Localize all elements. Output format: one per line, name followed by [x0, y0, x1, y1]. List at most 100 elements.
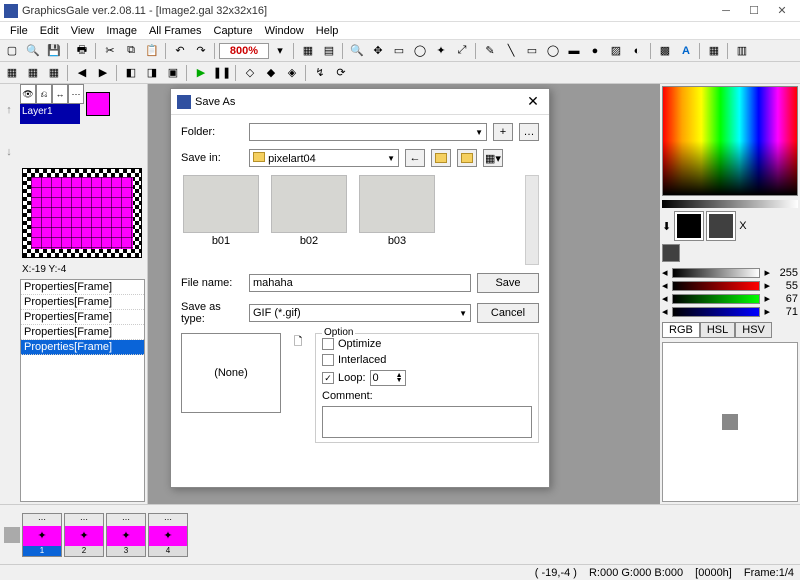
menu-help[interactable]: Help [310, 25, 345, 37]
menu-view[interactable]: View [65, 25, 101, 37]
play-icon[interactable]: ▶ [191, 64, 211, 82]
fill-icon[interactable]: ▨ [606, 42, 626, 60]
frame-2[interactable]: ⋯✦2 [64, 513, 104, 557]
up-button[interactable] [431, 149, 451, 167]
picker-icon[interactable]: ⤢ [452, 42, 472, 60]
folder-more-button[interactable]: … [519, 123, 539, 141]
grid-icon[interactable]: ▦ [298, 42, 318, 60]
properties-list[interactable]: Properties[Frame]Properties[Frame]Proper… [20, 279, 145, 502]
move-icon[interactable]: ✥ [368, 42, 388, 60]
maximize-button[interactable]: ☐ [740, 2, 768, 20]
print-icon[interactable]: 🖶 [72, 42, 92, 60]
tab-hsv[interactable]: HSV [735, 322, 772, 338]
green-slider[interactable] [672, 294, 761, 304]
tooln1-icon[interactable]: ◇ [240, 64, 260, 82]
newfolder-button[interactable] [457, 149, 477, 167]
layer-thumb[interactable] [86, 92, 110, 116]
next-frame-icon[interactable]: ▶ [93, 64, 113, 82]
grid2-icon[interactable]: ▤ [319, 42, 339, 60]
nav-preview[interactable] [22, 168, 142, 258]
zoom-value[interactable]: 800% [219, 43, 269, 59]
rect-icon[interactable]: ▭ [522, 42, 542, 60]
up-arrow-icon[interactable]: ↑ [6, 104, 12, 116]
property-row[interactable]: Properties[Frame] [21, 295, 144, 310]
line-icon[interactable]: ╲ [501, 42, 521, 60]
onion2-icon[interactable]: ◨ [142, 64, 162, 82]
frame-4[interactable]: ⋯✦4 [148, 513, 188, 557]
comment-textarea[interactable] [322, 406, 532, 438]
palette-icon[interactable]: ▦ [704, 42, 724, 60]
extra-icon[interactable]: ▥ [732, 42, 752, 60]
file-item[interactable]: b01 [181, 175, 261, 265]
save-button[interactable]: Save [477, 273, 539, 293]
gray-slider[interactable] [672, 268, 761, 278]
pencil-icon[interactable]: ✎ [480, 42, 500, 60]
frame-add-icon[interactable]: ▦ [2, 64, 22, 82]
property-row[interactable]: Properties[Frame] [21, 340, 144, 355]
property-row[interactable]: Properties[Frame] [21, 280, 144, 295]
cut-icon[interactable]: ✂ [100, 42, 120, 60]
cancel-button[interactable]: Cancel [477, 303, 539, 323]
red-slider[interactable] [672, 281, 761, 291]
folder-combo[interactable]: ▼ [249, 123, 487, 141]
menu-edit[interactable]: Edit [34, 25, 65, 37]
viewmode-button[interactable]: ▦▾ [483, 149, 503, 167]
zoom-down-icon[interactable]: ▾ [270, 42, 290, 60]
wand-icon[interactable]: ✦ [431, 42, 451, 60]
loop-checkbox[interactable]: ✓ [322, 372, 334, 384]
tooln3-icon[interactable]: ◈ [282, 64, 302, 82]
dialog-close-button[interactable]: ✕ [523, 93, 543, 110]
folder-add-button[interactable]: + [493, 123, 513, 141]
paste-icon[interactable]: 📋 [142, 42, 162, 60]
filename-input[interactable] [249, 274, 471, 292]
save-icon[interactable]: 💾 [44, 42, 64, 60]
loop-spinner[interactable]: 0▲▼ [370, 370, 406, 386]
frame-del-icon[interactable]: ▦ [44, 64, 64, 82]
onion3-icon[interactable]: ▣ [163, 64, 183, 82]
open-icon[interactable]: 🔍 [23, 42, 43, 60]
menu-allframes[interactable]: All Frames [143, 25, 208, 37]
fillellipse-icon[interactable]: ● [585, 42, 605, 60]
extra-swatch[interactable] [662, 244, 680, 262]
fillrect-icon[interactable]: ▬ [564, 42, 584, 60]
lasso-icon[interactable]: ◯ [410, 42, 430, 60]
blue-slider[interactable] [672, 307, 761, 317]
optimize-checkbox[interactable] [322, 338, 334, 350]
tooln2-icon[interactable]: ◆ [261, 64, 281, 82]
bg-swatch[interactable] [707, 212, 735, 240]
menu-image[interactable]: Image [100, 25, 143, 37]
frame-3[interactable]: ⋯✦3 [106, 513, 146, 557]
property-row[interactable]: Properties[Frame] [21, 310, 144, 325]
ellipse-icon[interactable]: ◯ [543, 42, 563, 60]
file-scrollbar[interactable] [525, 175, 539, 265]
file-item[interactable]: b03 [357, 175, 437, 265]
frame-1[interactable]: ⋯✦1 [22, 513, 62, 557]
select-rect-icon[interactable]: ▭ [389, 42, 409, 60]
onion-icon[interactable]: ◧ [121, 64, 141, 82]
redo-icon[interactable]: ↷ [191, 42, 211, 60]
swap-down-icon[interactable]: ⬇ [662, 220, 671, 233]
tab-hsl[interactable]: HSL [700, 322, 735, 338]
preview-toggle-icon[interactable]: 🗋 [294, 333, 303, 352]
fg-swatch[interactable] [675, 212, 703, 240]
filetype-combo[interactable]: GIF (*.gif)▼ [249, 304, 471, 322]
gray-ramp[interactable] [662, 200, 798, 208]
layer-name[interactable]: Layer1 [20, 104, 80, 124]
layer-more-icon[interactable]: ⋯ [68, 84, 84, 104]
menu-file[interactable]: File [4, 25, 34, 37]
prev-frame-icon[interactable]: ◀ [72, 64, 92, 82]
menu-capture[interactable]: Capture [208, 25, 259, 37]
zoom-tool-icon[interactable]: 🔍 [347, 42, 367, 60]
down-arrow-icon[interactable]: ↓ [6, 146, 12, 158]
tooln5-icon[interactable]: ⟳ [331, 64, 351, 82]
interlaced-checkbox[interactable] [322, 354, 334, 366]
back-button[interactable]: ← [405, 149, 425, 167]
layer-alpha-icon[interactable]: ↔ [52, 84, 68, 104]
text-icon[interactable]: A [676, 42, 696, 60]
dither-icon[interactable]: ▩ [655, 42, 675, 60]
undo-icon[interactable]: ↶ [170, 42, 190, 60]
minimize-button[interactable]: ─ [712, 2, 740, 20]
new-icon[interactable]: ▢ [2, 42, 22, 60]
tab-rgb[interactable]: RGB [662, 322, 700, 338]
timeline-icon[interactable] [4, 527, 20, 543]
